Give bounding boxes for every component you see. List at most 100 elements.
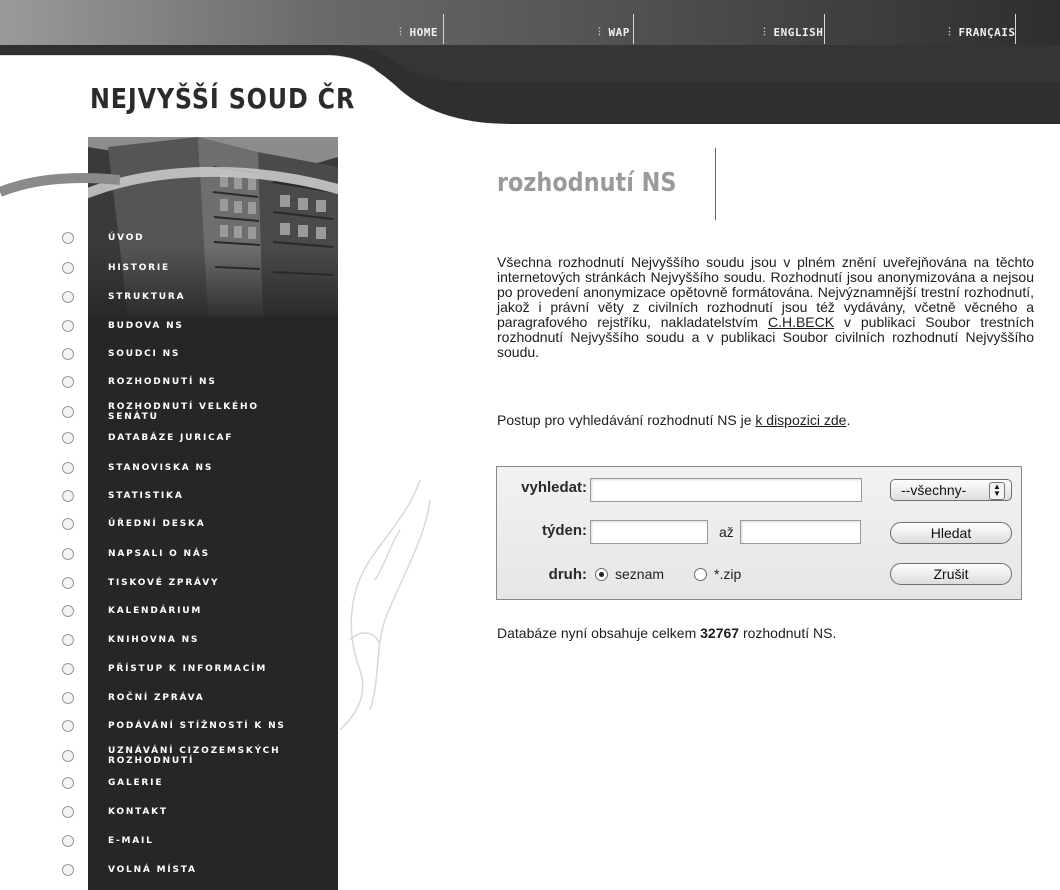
- sidebar-item-velky-senat[interactable]: ROZHODNUTÍ VELKÉHO SENÁTU: [0, 398, 340, 426]
- sidebar-item-label: PODÁVÁNÍ STÍŽNOSTÍ K NS: [108, 721, 286, 731]
- radio-bullet-icon: [62, 518, 74, 530]
- sidebar-item-rozhodnuti[interactable]: ROZHODNUTÍ NS: [0, 368, 340, 396]
- search-button[interactable]: Hledat: [890, 522, 1012, 544]
- radio-zip-label: *.zip: [714, 566, 742, 582]
- sidebar-item-budova[interactable]: BUDOVA NS: [0, 312, 340, 340]
- radio-bullet-icon: [62, 232, 74, 244]
- radio-bullet-icon: [62, 720, 74, 732]
- radio-bullet-icon: [62, 432, 74, 444]
- sidebar-item-label: STATISTIKA: [108, 491, 184, 501]
- sidebar-item-uznavani[interactable]: UZNÁVÁNÍ CIZOZEMSKÝCH ROZHODNUTÍ: [0, 742, 340, 770]
- sidebar-item-label: ROZHODNUTÍ NS: [108, 377, 217, 387]
- sidebar-item-label: STRUKTURA: [108, 292, 186, 302]
- nav-link-label: WAP: [608, 25, 630, 39]
- radio-bullet-icon: [62, 548, 74, 560]
- radio-bullet-icon: [62, 490, 74, 502]
- sidebar-item-knihovna[interactable]: KNIHOVNA NS: [0, 626, 340, 654]
- page: ⋮ HOME ⋮ WAP ⋮ ENGLISH ⋮ FRANÇAIS NEJVYŠŠÍ S…: [0, 0, 1060, 890]
- sidebar-item-label: ROČNÍ ZPRÁVA: [108, 693, 205, 703]
- radio-list[interactable]: [595, 568, 608, 581]
- search-help-paragraph: Postup pro vyhledávání rozhodnutí NS je …: [497, 412, 850, 428]
- intro-paragraph: Všechna rozhodnutí Nejvyššího soudu jsou…: [497, 255, 1034, 360]
- search-label: vyhledat:: [521, 479, 587, 496]
- header-swoosh: [0, 0, 1060, 140]
- sidebar-item-stiznosti[interactable]: PODÁVÁNÍ STÍŽNOSTÍ K NS: [0, 712, 340, 740]
- radio-zip[interactable]: [694, 568, 707, 581]
- radio-bullet-icon: [62, 750, 74, 762]
- sidebar-item-statistika[interactable]: STATISTIKA: [0, 482, 340, 510]
- radio-bullet-icon: [62, 663, 74, 675]
- sidebar-item-volna-mista[interactable]: VOLNÁ MÍSTA: [0, 856, 340, 884]
- sidebar-item-label: KALENDÁRIUM: [108, 606, 203, 616]
- sidebar-item-stanoviska[interactable]: STANOVISKA NS: [0, 454, 340, 482]
- week-label: týden:: [542, 522, 587, 539]
- radio-bullet-icon: [62, 864, 74, 876]
- type-label: druh:: [548, 566, 587, 583]
- nav-link-wap[interactable]: ⋮ WAP: [595, 22, 630, 42]
- sidebar-item-uredni-deska[interactable]: ÚŘEDNÍ DESKA: [0, 510, 340, 538]
- database-count-end: rozhodnutí NS.: [739, 625, 837, 641]
- radio-bullet-icon: [62, 406, 74, 418]
- radio-bullet-icon: [62, 376, 74, 388]
- week-to-input[interactable]: [740, 520, 861, 544]
- sidebar-item-label: TISKOVÉ ZPRÁVY: [108, 578, 220, 588]
- radio-bullet-icon: [62, 577, 74, 589]
- nav-link-english[interactable]: ⋮ ENGLISH: [760, 22, 823, 42]
- nav-link-label: HOME: [409, 25, 438, 39]
- radio-bullet-icon: [62, 262, 74, 274]
- sidebar-item-struktura[interactable]: STRUKTURA: [0, 283, 340, 311]
- sidebar-item-juricaf[interactable]: DATABÁZE JURICAF: [0, 424, 340, 452]
- until-label: až: [719, 524, 734, 540]
- sidebar-item-soudci[interactable]: SOUDCI NS: [0, 340, 340, 368]
- sidebar-item-label: E-MAIL: [108, 836, 154, 846]
- radio-bullet-icon: [62, 777, 74, 789]
- radio-bullet-icon: [62, 320, 74, 332]
- search-help-link[interactable]: k dispozici zde: [755, 412, 846, 428]
- sidebar-item-pristup[interactable]: PŘÍSTUP K INFORMACÍM: [0, 655, 340, 683]
- sidebar-item-kontakt[interactable]: KONTAKT: [0, 798, 340, 826]
- radio-bullet-icon: [62, 835, 74, 847]
- nav-bullet-icon: ⋮: [595, 27, 605, 37]
- sidebar-item-galerie[interactable]: GALERIE: [0, 769, 340, 797]
- publisher-link[interactable]: C.H.BECK: [768, 314, 834, 330]
- nav-separator: [443, 14, 444, 44]
- nav-link-label: ENGLISH: [773, 25, 824, 39]
- sidebar-item-label: PŘÍSTUP K INFORMACÍM: [108, 664, 268, 674]
- sidebar-item-label: UZNÁVÁNÍ CIZOZEMSKÝCH ROZHODNUTÍ: [108, 746, 281, 766]
- sidebar-item-email[interactable]: E-MAIL: [0, 827, 340, 855]
- sidebar-item-label: VOLNÁ MÍSTA: [108, 865, 197, 875]
- sidebar-item-label: GALERIE: [108, 778, 164, 788]
- nav-bullet-icon: ⋮: [760, 27, 770, 37]
- site-title: NEJVYŠŠÍ SOUD ČR: [90, 82, 356, 115]
- radio-list-label: seznam: [615, 566, 665, 582]
- sidebar-item-tiskove[interactable]: TISKOVÉ ZPRÁVY: [0, 569, 340, 597]
- search-input[interactable]: [590, 478, 862, 502]
- sidebar-item-rocni-zprava[interactable]: ROČNÍ ZPRÁVA: [0, 684, 340, 712]
- sidebar-item-label: DATABÁZE JURICAF: [108, 433, 234, 443]
- radio-bullet-icon: [62, 291, 74, 303]
- sidebar-item-label: ÚŘEDNÍ DESKA: [108, 519, 206, 529]
- nav-bullet-icon: ⋮: [396, 27, 406, 37]
- radio-bullet-icon: [62, 605, 74, 617]
- cancel-button[interactable]: Zrušit: [890, 563, 1012, 585]
- search-help-end: .: [846, 412, 851, 428]
- nav-separator: [633, 14, 634, 44]
- decorative-arc: [0, 173, 120, 197]
- decorative-sketch: [339, 479, 431, 731]
- sidebar-item-kalendarium[interactable]: KALENDÁRIUM: [0, 597, 340, 625]
- sidebar-item-uvod[interactable]: ÚVOD: [0, 224, 340, 252]
- category-select[interactable]: --všechny- ▲ ▼: [890, 479, 1012, 501]
- sidebar-item-napsali[interactable]: NAPSALI O NÁS: [0, 540, 340, 568]
- search-help-text: Postup pro vyhledávání rozhodnutí NS je: [497, 412, 756, 428]
- database-count-text: Databáze nyní obsahuje celkem: [497, 625, 701, 641]
- sidebar-item-historie[interactable]: HISTORIE: [0, 254, 340, 282]
- sidebar-item-label: ÚVOD: [108, 233, 145, 243]
- sidebar-item-label: ROZHODNUTÍ VELKÉHO SENÁTU: [108, 402, 259, 422]
- nav-link-home[interactable]: ⋮ HOME: [396, 22, 438, 42]
- sidebar-item-label: KNIHOVNA NS: [108, 635, 200, 645]
- radio-bullet-icon: [62, 692, 74, 704]
- week-from-input[interactable]: [590, 520, 708, 544]
- nav-link-francais[interactable]: ⋮ FRANÇAIS: [945, 22, 1015, 42]
- nav-separator: [824, 14, 825, 44]
- nav-bullet-icon: ⋮: [945, 27, 955, 37]
